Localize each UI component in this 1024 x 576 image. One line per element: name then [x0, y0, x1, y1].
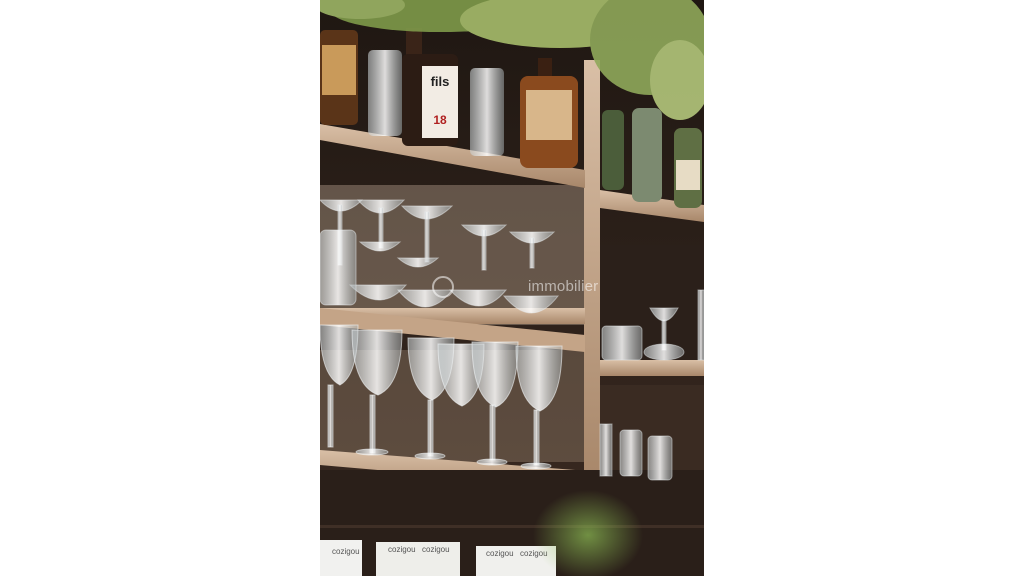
card-label-4: cozigou: [486, 549, 514, 558]
watermark: immobilier: [432, 276, 598, 298]
bottle-label-brand: fils: [431, 74, 450, 89]
vertical-divider: [584, 60, 600, 480]
right-margin: [704, 0, 1024, 576]
card-label-3: cozigou: [422, 545, 450, 554]
card-label-1: cozigou: [332, 547, 360, 556]
left-margin: [0, 0, 320, 576]
watermark-logo-icon: [432, 276, 454, 298]
foreground-blur-leaf: [533, 490, 643, 576]
card-label-2: cozigou: [388, 545, 416, 554]
cabinet-seam: [320, 525, 704, 528]
watermark-text: immobilier: [528, 277, 599, 295]
bottle-label-number: 18: [433, 113, 447, 127]
middle-shelf-right: [600, 360, 704, 376]
